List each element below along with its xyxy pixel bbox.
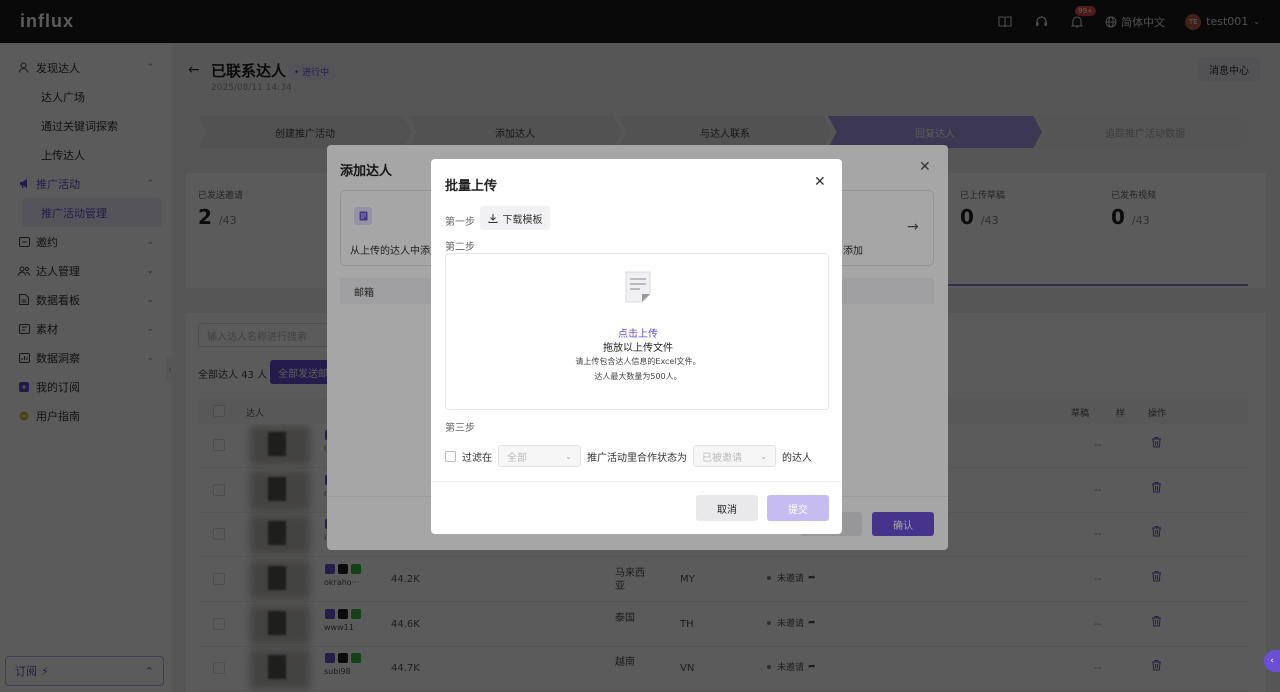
- select-value: 全部: [507, 452, 527, 464]
- chevron-down-icon: ⌄: [565, 451, 572, 461]
- divider: [431, 481, 842, 482]
- submit-button[interactable]: 提交: [767, 495, 829, 521]
- filter-middle-text: 推广活动里合作状态为: [587, 452, 687, 464]
- download-template-label: 下载模板: [502, 214, 543, 226]
- floating-help-tab[interactable]: ‹: [1264, 650, 1280, 672]
- select-value: 已被邀请: [702, 452, 742, 464]
- download-template-button[interactable]: 下载模板: [480, 206, 550, 230]
- filter-label: 过滤在: [462, 452, 492, 464]
- step-two-label: 第二步: [445, 242, 475, 253]
- filter-suffix: 的达人: [782, 452, 812, 464]
- upload-dropzone[interactable]: 点击上传 拖放以上传文件 请上传包含达人信息的Excel文件。 达人最大数量为5…: [445, 253, 829, 410]
- file-icon: [625, 271, 651, 303]
- upload-hint-limit: 达人最大数量为500人。: [594, 372, 682, 381]
- step-one-label: 第一步: [445, 217, 475, 228]
- drag-hint: 拖放以上传文件: [603, 343, 673, 354]
- cancel-button[interactable]: 取消: [696, 495, 758, 521]
- status-filter-select[interactable]: 已被邀请 ⌄: [693, 445, 776, 467]
- filter-row: 过滤在 全部 ⌄ 推广活动里合作状态为 已被邀请 ⌄ 的达人: [445, 445, 812, 467]
- step-three-label: 第三步: [445, 423, 475, 434]
- chevron-down-icon: ⌄: [760, 451, 767, 461]
- download-icon: [488, 214, 497, 223]
- close-icon[interactable]: ✕: [814, 174, 826, 190]
- upload-hint-format: 请上传包含达人信息的Excel文件。: [575, 357, 701, 366]
- filter-checkbox[interactable]: [445, 450, 456, 462]
- click-upload-link[interactable]: 点击上传: [446, 325, 830, 340]
- dialog-title: 批量上传: [445, 179, 498, 194]
- bulk-upload-dialog: 批量上传 ✕ 第一步 下载模板 第二步 点击上传 拖放以上传文件 请上传包含达人…: [431, 159, 842, 534]
- campaign-filter-select[interactable]: 全部 ⌄: [498, 445, 581, 467]
